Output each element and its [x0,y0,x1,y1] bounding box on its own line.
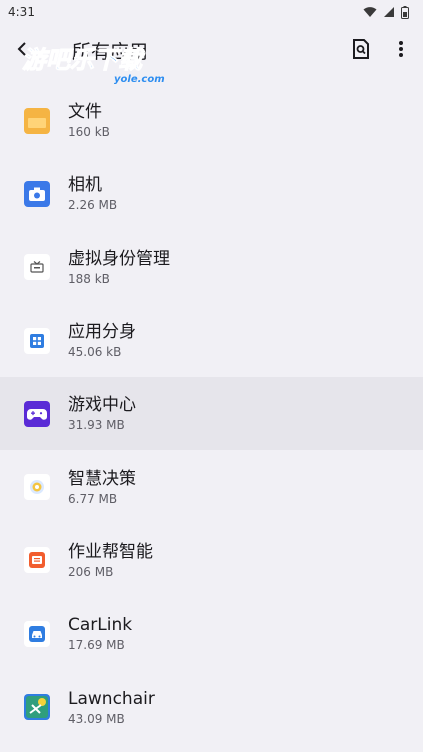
app-size: 206 MB [68,564,114,579]
app-name: 应用分身 [68,322,136,343]
search-document-icon [353,39,369,59]
list-item[interactable]: Lawnchair 43.09 MB [0,670,423,743]
status-bar: 4:31 [0,0,423,24]
app-bar: 所有应用 游吧乐下载 yole.com [0,24,423,85]
app-name: CarLink [68,615,133,636]
list-item[interactable]: 文件 160 kB [0,84,423,157]
app-text: 文件 160 kB [68,101,110,140]
app-size: 45.06 kB [68,345,122,360]
watermark-logo: 游吧乐下载 yole.com [22,46,165,86]
app-text: CarLink 17.69 MB [68,614,132,653]
homework-icon [24,547,50,574]
app-text: Lawnchair 43.09 MB [68,688,155,727]
app-name: 游戏中心 [68,395,136,416]
status-time: 4:31 [8,5,35,19]
app-size: 31.93 MB [68,418,125,433]
battery-icon [401,5,409,19]
car-icon [24,620,50,647]
list-item[interactable]: 游戏中心 31.93 MB [0,377,423,451]
app-text: 作业帮智能 206 MB [68,541,153,580]
app-list: 文件 160 kB 相机 2.26 MB 虚拟身份管理 188 kB 应用分身 … [0,84,423,744]
signal-icon [384,7,394,17]
app-name: Lawnchair [68,688,155,709]
app-name: 作业帮智能 [68,541,153,562]
app-text: 智慧决策 6.77 MB [68,468,136,507]
more-options-button[interactable] [389,37,413,61]
app-size: 160 kB [68,125,110,140]
app-name: 相机 [68,175,102,196]
app-size: 43.09 MB [68,711,125,726]
grid-icon [24,327,50,354]
app-text: 虚拟身份管理 188 kB [68,248,170,287]
app-text: 应用分身 45.06 kB [68,321,136,360]
list-item[interactable]: CarLink 17.69 MB [0,597,423,670]
camera-icon [24,180,50,207]
more-vertical-icon [399,41,403,57]
app-name: 智慧决策 [68,468,136,489]
app-size: 17.69 MB [68,638,125,653]
list-item[interactable]: 相机 2.26 MB [0,157,423,230]
search-button[interactable] [349,37,373,61]
gamepad-icon [24,400,50,427]
app-text: 相机 2.26 MB [68,174,117,213]
folder-icon [24,107,50,134]
list-item[interactable]: 作业帮智能 206 MB [0,524,423,597]
app-size: 6.77 MB [68,491,118,506]
wifi-icon [363,7,377,17]
app-size: 188 kB [68,271,110,286]
svg-text:游吧乐下载: 游吧乐下载 [22,46,146,74]
status-icons [363,5,409,19]
list-item[interactable]: 虚拟身份管理 188 kB [0,231,423,304]
tv-icon [24,254,50,281]
app-name: 文件 [68,102,102,123]
list-item[interactable]: 智慧决策 6.77 MB [0,450,423,523]
app-name: 虚拟身份管理 [68,248,170,269]
list-item[interactable]: 应用分身 45.06 kB [0,304,423,377]
app-text: 游戏中心 31.93 MB [68,394,136,433]
decision-icon [24,474,50,501]
app-size: 2.26 MB [68,198,118,213]
lawnchair-icon [24,694,50,721]
